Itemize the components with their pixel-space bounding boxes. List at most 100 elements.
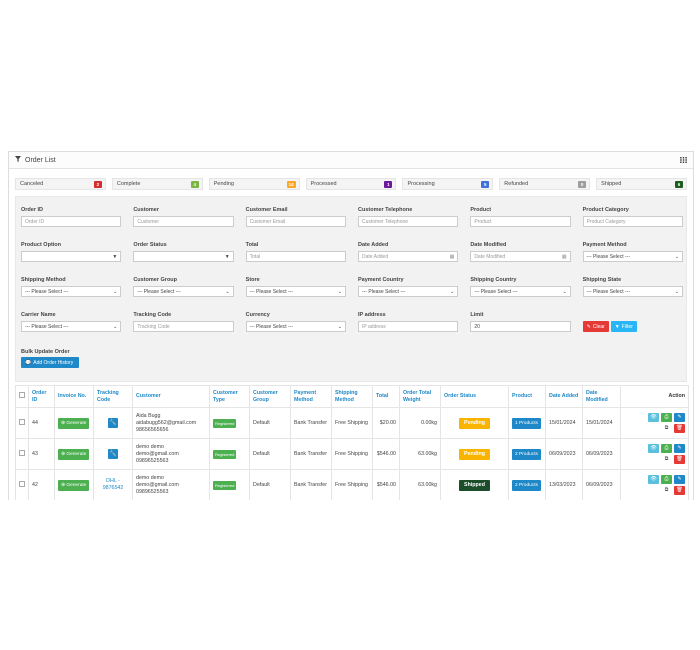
product-category-input[interactable]: Product Category xyxy=(582,216,683,227)
col-product[interactable]: Product xyxy=(508,385,546,408)
shipping-country-select[interactable]: --- Please Select --- ⌄ xyxy=(470,286,571,297)
row-select-cell[interactable] xyxy=(15,407,29,439)
col-order-total-weight[interactable]: Order Total Weight xyxy=(399,385,441,408)
total-input[interactable]: Total xyxy=(245,251,346,262)
view-icon[interactable]: 👁 xyxy=(648,475,659,484)
ip-address-input[interactable]: IP address xyxy=(357,321,459,332)
customer-telephone-input[interactable]: Customer Telephone xyxy=(357,216,459,227)
products-button[interactable]: 1 Products xyxy=(512,417,541,429)
select-all-checkbox[interactable] xyxy=(19,392,25,398)
print-icon[interactable]: ⎙ xyxy=(661,413,672,422)
customer-email: demo@gmail.com xyxy=(136,450,179,457)
status-box-processing[interactable]: Processing 5 xyxy=(402,178,494,190)
products-button[interactable]: 2 Products xyxy=(512,479,541,491)
order-id-input[interactable]: Order ID xyxy=(21,216,122,227)
col-tracking-code[interactable]: Tracking Code xyxy=(93,385,133,408)
row-select-cell[interactable] xyxy=(15,438,29,470)
status-box-shipped[interactable]: Shipped 6 xyxy=(596,178,688,190)
clear-button-label: Clear xyxy=(592,323,605,330)
view-icon[interactable]: 👁 xyxy=(648,444,659,453)
edit-icon[interactable]: ✎ xyxy=(674,413,685,422)
col-date-modified[interactable]: Date Modified xyxy=(582,385,621,408)
col-customer-group[interactable]: Customer Group xyxy=(249,385,291,408)
generate-invoice-button[interactable]: ⊕ Generate xyxy=(58,417,90,429)
customer-input[interactable]: Customer xyxy=(133,216,234,227)
wrench-icon[interactable]: 🔧 xyxy=(108,418,118,428)
print-icon[interactable]: ⎙ xyxy=(661,444,672,453)
status-box-refunded[interactable]: Refunded 0 xyxy=(499,178,591,190)
tracking-cell: 🔧 xyxy=(93,438,133,470)
select-all-cell[interactable] xyxy=(15,385,29,408)
payment-method-select[interactable]: --- Please Select --- ⌄ xyxy=(582,251,683,262)
customer-type-badge: Registered xyxy=(213,418,237,428)
product-option-select[interactable]: ▼ xyxy=(21,251,122,262)
customer-name: demo demo xyxy=(136,474,164,481)
col-customer-type[interactable]: Customer Type xyxy=(209,385,250,408)
chevron-down-icon: ⌄ xyxy=(674,288,679,295)
customer-email-input[interactable]: Customer Email xyxy=(245,216,346,227)
status-box-processed[interactable]: Processed 1 xyxy=(305,178,397,190)
product-input[interactable]: Product xyxy=(470,216,571,227)
view-icon[interactable]: 👁 xyxy=(648,413,659,422)
status-label: Refunded xyxy=(504,181,529,187)
col-order-status[interactable]: Order Status xyxy=(440,385,509,408)
clear-button[interactable]: ✎ Clear xyxy=(582,321,609,332)
calendar-icon[interactable]: ▦ xyxy=(450,254,455,260)
generate-invoice-button[interactable]: ⊕ Generate xyxy=(58,448,90,460)
products-button[interactable]: 2 Products xyxy=(512,448,541,460)
generate-label: Generate xyxy=(66,451,87,457)
col-invoice-no[interactable]: Invoice No. xyxy=(54,385,94,408)
col-total[interactable]: Total xyxy=(372,385,400,408)
grid-icon[interactable] xyxy=(680,156,687,165)
calendar-icon[interactable]: ▦ xyxy=(562,254,567,260)
row-select-cell[interactable] xyxy=(15,469,29,500)
chevron-down-icon: ⌄ xyxy=(674,253,679,260)
col-date-added[interactable]: Date Added xyxy=(545,385,583,408)
shipping-method-cell: Free Shipping xyxy=(331,438,373,470)
edit-icon[interactable]: ✎ xyxy=(674,444,685,453)
limit-input[interactable]: 20 xyxy=(470,321,571,332)
customer-group-select[interactable]: --- Please Select --- ⌄ xyxy=(133,286,234,297)
delete-icon[interactable]: 🗑 xyxy=(674,486,685,495)
row-checkbox[interactable] xyxy=(19,480,25,487)
col-shipping-method[interactable]: Shipping Method xyxy=(331,385,373,408)
date-added-input[interactable]: Date Added ▦ xyxy=(357,251,459,262)
status-box-pending[interactable]: Pending 14 xyxy=(208,178,300,190)
select-value: --- Please Select --- xyxy=(25,323,69,330)
col-customer[interactable]: Customer xyxy=(132,385,210,408)
copy-icon[interactable]: ⧉ xyxy=(661,424,672,433)
delete-icon[interactable]: 🗑 xyxy=(674,424,685,433)
date-modified-input[interactable]: Date Modified ▦ xyxy=(470,251,571,262)
status-box-canceled[interactable]: Canceled 2 xyxy=(15,178,106,190)
tracking-code-input[interactable]: Tracking Code xyxy=(133,321,234,332)
order-status-select[interactable]: ▼ xyxy=(133,251,234,262)
table-row: 44 ⊕ Generate 🔧 Aida Bugg aidabugg562@gma… xyxy=(15,407,689,439)
status-box-complete[interactable]: Complete 4 xyxy=(111,178,203,190)
store-select[interactable]: --- Please Select --- ⌄ xyxy=(245,286,346,297)
row-checkbox[interactable] xyxy=(19,449,25,456)
customer-cell: Aida Bugg aidabugg562@gmail.com 9865656565… xyxy=(132,407,210,439)
copy-icon[interactable]: ⧉ xyxy=(661,455,672,464)
action-cell: 👁 ⎙ ✎ ⧉ 🗑 xyxy=(620,407,689,439)
status-label: Processed xyxy=(310,181,337,187)
shipping-method-select[interactable]: --- Please Select --- ⌄ xyxy=(21,286,122,297)
filter-label: Customer Telephone xyxy=(357,207,413,213)
col-payment-method[interactable]: Payment Method xyxy=(290,385,332,408)
row-checkbox[interactable] xyxy=(19,418,25,425)
select-value: --- Please Select --- xyxy=(586,288,630,295)
edit-icon[interactable]: ✎ xyxy=(674,475,685,484)
col-order-id[interactable]: Order ID xyxy=(28,385,55,408)
print-icon[interactable]: ⎙ xyxy=(661,475,672,484)
tracking-link[interactable]: DHL - 9876542 xyxy=(103,478,124,491)
carrier-name-select[interactable]: --- Please Select --- ⌄ xyxy=(21,321,122,332)
copy-icon[interactable]: ⧉ xyxy=(661,486,672,495)
generate-invoice-button[interactable]: ⊕ Generate xyxy=(58,479,90,491)
payment-country-select[interactable]: --- Please Select --- ⌄ xyxy=(357,286,459,297)
wrench-icon[interactable]: 🔧 xyxy=(108,449,118,459)
shipping-state-select[interactable]: --- Please Select --- ⌄ xyxy=(582,286,683,297)
currency-select[interactable]: --- Please Select --- ⌄ xyxy=(245,321,346,332)
filter-button[interactable]: ▼ Filter xyxy=(610,321,637,332)
add-order-history-button[interactable]: 💬 Add Order History xyxy=(21,357,79,368)
delete-icon[interactable]: 🗑 xyxy=(674,455,685,464)
filter-label: Customer xyxy=(133,207,159,213)
